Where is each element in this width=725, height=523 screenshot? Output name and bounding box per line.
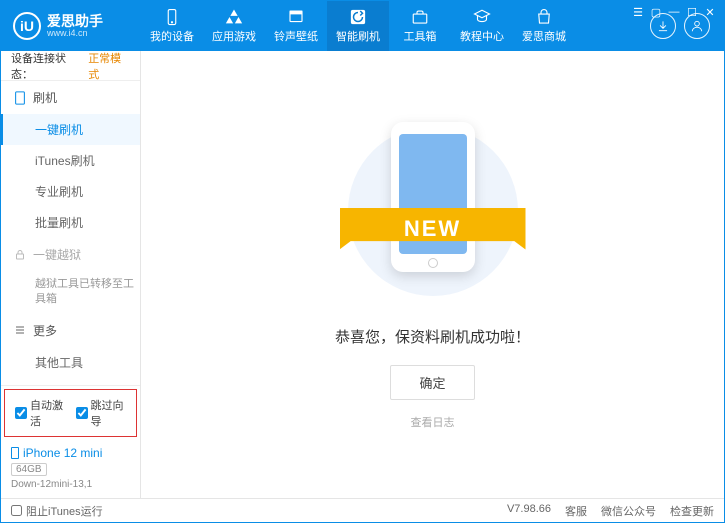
support-link[interactable]: 客服 [565, 503, 587, 519]
device-model: Down-12mini-13,1 [11, 479, 130, 490]
checkbox-skip-guide[interactable]: 跳过向导 [76, 397, 127, 429]
app-name: 爱思助手 [47, 14, 103, 28]
device-name: iPhone 12 mini [23, 446, 102, 460]
group-more[interactable]: 更多 [1, 314, 140, 347]
main-panel: NEW 恭喜您，保资料刷机成功啦！ 确定 查看日志 [141, 51, 724, 498]
checkbox-label: 阻止iTunes运行 [26, 503, 103, 519]
checkbox-auto-activate[interactable]: 自动激活 [15, 397, 66, 429]
main-nav: 我的设备 应用游戏 铃声壁纸 智能刷机 工具箱 教程中心 [141, 1, 636, 51]
group-label: 一键越狱 [33, 246, 81, 263]
nav-label: 应用游戏 [212, 28, 256, 44]
apps-icon [224, 8, 244, 26]
minimize-button[interactable]: ― [666, 5, 682, 19]
statusbar: 阻止iTunes运行 V7.98.66 客服 微信公众号 检查更新 [1, 498, 724, 522]
sidebar-scroll[interactable]: 刷机 一键刷机 iTunes刷机 专业刷机 批量刷机 一键越狱 越狱工具已转移至… [1, 81, 140, 385]
sidebar-item-batch-flash[interactable]: 批量刷机 [1, 207, 140, 238]
nav-label: 智能刷机 [336, 28, 380, 44]
phone-icon [11, 447, 19, 459]
nav-label: 工具箱 [404, 28, 437, 44]
nav-apps-games[interactable]: 应用游戏 [203, 1, 265, 51]
sidebar-item-download-firmware[interactable]: 下载固件 [1, 378, 140, 385]
options-row: 自动激活 跳过向导 [4, 389, 137, 437]
check-update-link[interactable]: 检查更新 [670, 503, 714, 519]
nav-smart-flash[interactable]: 智能刷机 [327, 1, 389, 51]
connection-status: 设备连接状态： 正常模式 [1, 51, 140, 81]
sidebar-item-other-tools[interactable]: 其他工具 [1, 347, 140, 378]
nav-store[interactable]: 爱思商城 [513, 1, 575, 51]
sidebar-item-pro-flash[interactable]: 专业刷机 [1, 176, 140, 207]
group-label: 更多 [33, 322, 57, 339]
phone-icon [13, 91, 27, 105]
block-itunes-checkbox[interactable]: 阻止iTunes运行 [11, 503, 103, 519]
statusbar-right: V7.98.66 客服 微信公众号 检查更新 [507, 503, 714, 519]
block-itunes-input[interactable] [11, 505, 22, 516]
group-jailbreak: 一键越狱 [1, 238, 140, 271]
nav-toolbox[interactable]: 工具箱 [389, 1, 451, 51]
nav-label: 铃声壁纸 [274, 28, 318, 44]
skip-guide-input[interactable] [76, 407, 88, 419]
toolbox-icon [410, 8, 430, 26]
nav-label: 我的设备 [150, 28, 194, 44]
auto-activate-input[interactable] [15, 407, 27, 419]
nav-tutorials[interactable]: 教程中心 [451, 1, 513, 51]
close-button[interactable]: ✕ [702, 5, 718, 19]
wallpaper-icon [286, 8, 306, 26]
app-url: www.i4.cn [47, 28, 103, 38]
body: 设备连接状态： 正常模式 刷机 一键刷机 iTunes刷机 专业刷机 批量刷机 … [1, 51, 724, 498]
store-icon [534, 8, 554, 26]
connection-mode: 正常模式 [88, 51, 130, 82]
nav-label: 教程中心 [460, 28, 504, 44]
sidebar-footer: 自动激活 跳过向导 iPhone 12 mini 64GB Down-12min… [1, 385, 140, 498]
connection-label: 设备连接状态： [11, 51, 84, 82]
list-icon [13, 323, 27, 337]
app-window: iU 爱思助手 www.i4.cn 我的设备 应用游戏 铃声壁纸 智能刷机 [0, 0, 725, 523]
device-block[interactable]: iPhone 12 mini 64GB Down-12mini-13,1 [1, 440, 140, 498]
device-name-row: iPhone 12 mini [11, 446, 130, 460]
group-flash[interactable]: 刷机 [1, 81, 140, 114]
sidebar: 设备连接状态： 正常模式 刷机 一键刷机 iTunes刷机 专业刷机 批量刷机 … [1, 51, 141, 498]
window-controls: ☰ ▢ ― ☐ ✕ [630, 5, 718, 19]
version-label: V7.98.66 [507, 503, 551, 519]
titlebar: iU 爱思助手 www.i4.cn 我的设备 应用游戏 铃声壁纸 智能刷机 [1, 1, 724, 51]
checkbox-label: 跳过向导 [91, 397, 127, 429]
group-label: 刷机 [33, 89, 57, 106]
nav-label: 爱思商城 [522, 28, 566, 44]
checkbox-label: 自动激活 [30, 397, 66, 429]
logo-block: iU 爱思助手 www.i4.cn [1, 12, 141, 40]
view-log-link[interactable]: 查看日志 [411, 414, 455, 430]
skin-icon[interactable]: ▢ [648, 5, 664, 19]
wechat-link[interactable]: 微信公众号 [601, 503, 656, 519]
flash-icon [348, 8, 368, 26]
nav-my-device[interactable]: 我的设备 [141, 1, 203, 51]
success-illustration: NEW [348, 120, 518, 310]
maximize-button[interactable]: ☐ [684, 5, 700, 19]
sidebar-item-itunes-flash[interactable]: iTunes刷机 [1, 145, 140, 176]
tutorial-icon [472, 8, 492, 26]
nav-ringtones[interactable]: 铃声壁纸 [265, 1, 327, 51]
lock-icon [13, 248, 27, 262]
phone-graphic [391, 122, 475, 272]
jailbreak-note: 越狱工具已转移至工具箱 [1, 271, 140, 314]
menu-icon[interactable]: ☰ [630, 5, 646, 19]
success-message: 恭喜您，保资料刷机成功啦！ [335, 326, 530, 347]
device-icon [162, 8, 182, 26]
ok-button[interactable]: 确定 [390, 365, 474, 400]
sidebar-item-oneclick-flash[interactable]: 一键刷机 [1, 114, 140, 145]
storage-badge: 64GB [11, 463, 47, 476]
logo-icon: iU [13, 12, 41, 40]
